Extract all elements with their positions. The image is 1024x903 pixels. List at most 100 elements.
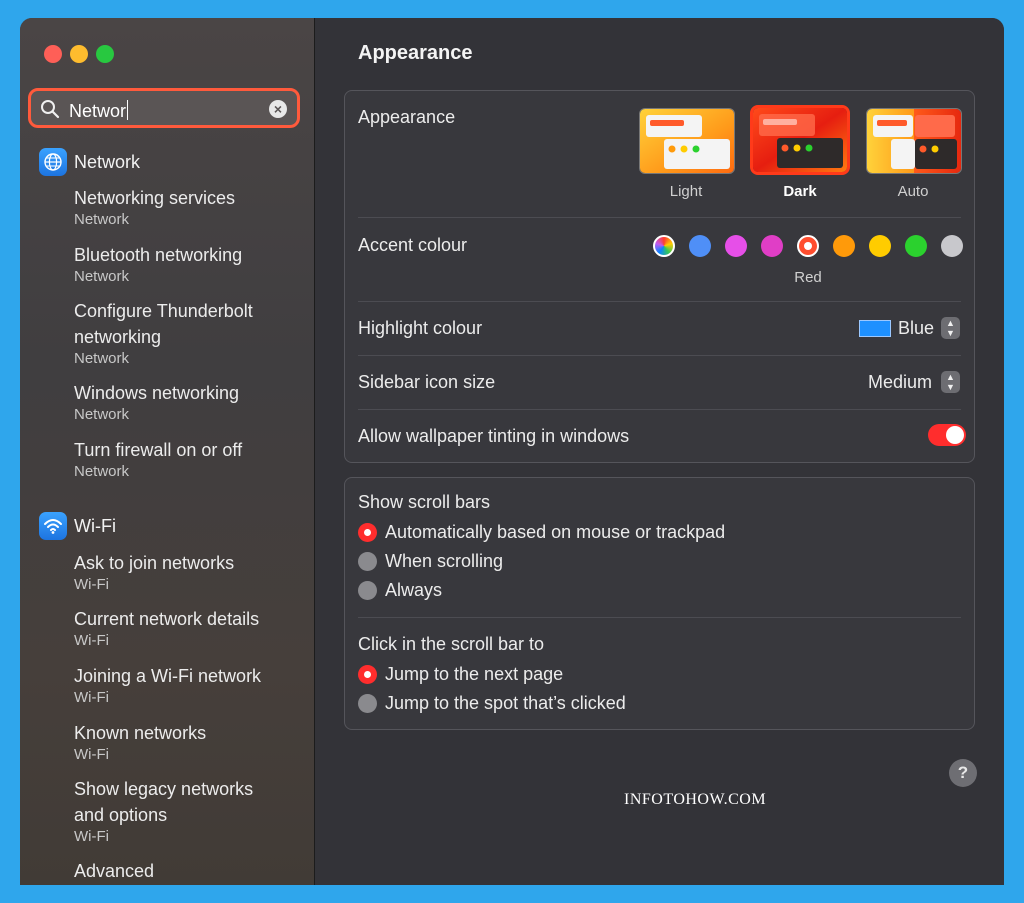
appearance-light-thumbnail[interactable] xyxy=(639,108,735,174)
radio-automatic-label[interactable]: Automatically based on mouse or trackpad xyxy=(385,522,725,543)
radio-jump-next-page-label[interactable]: Jump to the next page xyxy=(385,664,563,685)
scroll-bars-card: Show scroll bars Automatically based on … xyxy=(344,477,975,730)
search-result-title: Show legacy networks and options xyxy=(74,779,254,825)
accent-blue-swatch[interactable] xyxy=(689,235,711,257)
radio-always-label[interactable]: Always xyxy=(385,580,442,601)
search-result-title: Turn firewall on or off xyxy=(74,440,243,460)
sidebar-icon-size-value[interactable]: Medium xyxy=(868,372,932,393)
search-result-category: Network xyxy=(74,406,130,423)
sidebar-group-label: Wi-Fi xyxy=(74,515,116,536)
dark-preview-image xyxy=(753,108,847,172)
appearance-auto-label: Auto xyxy=(897,183,929,200)
accent-selected-name: Red xyxy=(794,269,822,286)
accent-orange-swatch[interactable] xyxy=(833,235,855,257)
divider xyxy=(358,355,961,356)
search-result-item[interactable]: Current network details Wi-Fi xyxy=(74,606,259,650)
search-result-item[interactable]: Networking services Network xyxy=(74,185,235,229)
light-preview-image xyxy=(640,109,734,173)
search-result-category: Network xyxy=(74,211,130,228)
wallpaper-tinting-label: Allow wallpaper tinting in windows xyxy=(358,426,630,446)
search-result-item[interactable]: Configure Thunderbolt networking Network xyxy=(74,298,284,368)
traffic-lights xyxy=(44,45,114,63)
search-result-title: Ask to join networks xyxy=(74,553,235,573)
search-result-item[interactable]: Advanced xyxy=(74,858,154,884)
radio-always[interactable] xyxy=(358,581,377,600)
divider xyxy=(358,617,961,618)
sidebar-icon-size-popup-arrows[interactable]: ▲ ▼ xyxy=(941,371,960,393)
appearance-card: Appearance Light Dark Auto Accent colour… xyxy=(344,90,975,463)
search-result-category: Wi-Fi xyxy=(74,828,109,845)
search-result-category: Wi-Fi xyxy=(74,689,109,706)
show-scroll-bars-label: Show scroll bars xyxy=(358,492,491,512)
search-result-category: Network xyxy=(74,268,130,285)
toggle-knob xyxy=(946,426,964,444)
search-result-title: Advanced xyxy=(74,861,155,881)
search-result-item[interactable]: Bluetooth networking Network xyxy=(74,242,242,286)
highlight-colour-popup-arrows[interactable]: ▲ ▼ xyxy=(941,317,960,339)
radio-automatic[interactable] xyxy=(358,523,377,542)
search-field[interactable]: Networ × xyxy=(28,88,300,128)
accent-pink-swatch[interactable] xyxy=(761,235,783,257)
search-result-category: Network xyxy=(74,463,130,480)
accent-purple-swatch[interactable] xyxy=(725,235,747,257)
radio-when-scrolling[interactable] xyxy=(358,552,377,571)
search-result-title: Bluetooth networking xyxy=(74,245,243,265)
appearance-dark-thumbnail[interactable] xyxy=(750,105,850,175)
radio-jump-to-spot-label[interactable]: Jump to the spot that’s clicked xyxy=(385,693,626,714)
help-button[interactable]: ? xyxy=(949,759,977,787)
divider xyxy=(358,409,961,410)
search-result-item[interactable]: Turn firewall on or off Network xyxy=(74,437,242,481)
search-result-category: Wi-Fi xyxy=(74,746,109,763)
search-result-item[interactable]: Windows networking Network xyxy=(74,380,239,424)
sidebar-group-wifi[interactable]: Wi-Fi xyxy=(39,512,116,540)
highlight-colour-swatch xyxy=(859,320,891,337)
globe-icon xyxy=(39,148,67,176)
accent-red-swatch[interactable] xyxy=(797,235,819,257)
accent-multicolor-swatch[interactable] xyxy=(653,235,675,257)
sidebar: Networ × Network Networking services Net… xyxy=(20,18,315,885)
auto-preview-image xyxy=(867,109,961,173)
search-result-item[interactable]: Known networks Wi-Fi xyxy=(74,720,206,764)
search-result-category: Network xyxy=(74,350,130,367)
divider xyxy=(358,217,961,218)
search-result-title: Current network details xyxy=(74,609,260,629)
sidebar-group-network[interactable]: Network xyxy=(39,148,140,176)
search-result-title: Configure Thunderbolt networking xyxy=(74,301,253,347)
search-result-item[interactable]: Joining a Wi-Fi network Wi-Fi xyxy=(74,663,261,707)
main-pane: Appearance Appearance Light Dark Auto Ac… xyxy=(315,18,1004,885)
sidebar-group-label: Network xyxy=(74,151,141,172)
wallpaper-tinting-toggle[interactable] xyxy=(928,424,966,446)
zoom-window-button[interactable] xyxy=(96,45,114,63)
accent-graphite-swatch[interactable] xyxy=(941,235,963,257)
search-result-item[interactable]: Ask to join networks Wi-Fi xyxy=(74,550,234,594)
radio-jump-next-page[interactable] xyxy=(358,665,377,684)
appearance-label: Appearance xyxy=(358,107,456,127)
search-input-value[interactable]: Networ xyxy=(69,101,126,121)
search-result-title: Networking services xyxy=(74,188,236,208)
search-result-title: Joining a Wi-Fi network xyxy=(74,666,262,686)
radio-when-scrolling-label[interactable]: When scrolling xyxy=(385,551,503,572)
click-scroll-bar-label: Click in the scroll bar to xyxy=(358,634,545,654)
divider xyxy=(358,301,961,302)
search-result-item[interactable]: Show legacy networks and options Wi-Fi xyxy=(74,776,274,846)
selected-dot-icon xyxy=(804,242,812,250)
sidebar-icon-size-label: Sidebar icon size xyxy=(358,372,496,392)
appearance-light-label: Light xyxy=(669,183,703,200)
accent-yellow-swatch[interactable] xyxy=(869,235,891,257)
search-result-category: Wi-Fi xyxy=(74,632,109,649)
watermark-text: INFOTOHOW.COM xyxy=(624,791,767,808)
close-window-button[interactable] xyxy=(44,45,62,63)
page-title: Appearance xyxy=(358,42,473,64)
clear-search-icon[interactable]: × xyxy=(269,100,287,118)
search-icon xyxy=(41,100,60,119)
accent-colour-label: Accent colour xyxy=(358,235,468,255)
appearance-auto-thumbnail[interactable] xyxy=(866,108,962,174)
wifi-icon xyxy=(39,512,67,540)
highlight-colour-label: Highlight colour xyxy=(358,318,483,338)
highlight-colour-value[interactable]: Blue xyxy=(898,318,934,339)
accent-green-swatch[interactable] xyxy=(905,235,927,257)
search-result-title: Known networks xyxy=(74,723,207,743)
minimize-window-button[interactable] xyxy=(70,45,88,63)
radio-jump-to-spot[interactable] xyxy=(358,694,377,713)
text-caret xyxy=(127,100,129,120)
